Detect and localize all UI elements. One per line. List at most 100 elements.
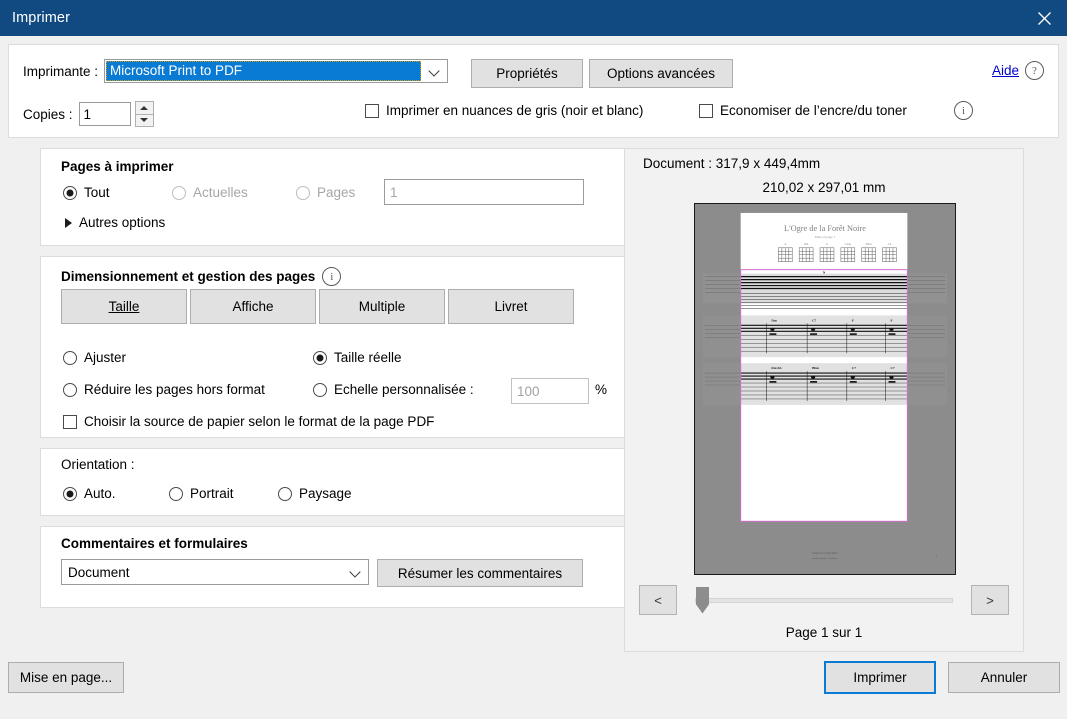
chevron-right-icon	[65, 217, 72, 228]
svg-text:Bbm: Bbm	[812, 366, 819, 370]
radio-custom-scale[interactable]: Echelle personnalisée :	[313, 382, 474, 397]
page-setup-label: Mise en page...	[19, 670, 113, 685]
grayscale-checkbox[interactable]: Imprimer en nuances de gris (noir et bla…	[365, 103, 643, 118]
page-sizing-panel: Dimensionnement et gestion des pages i T…	[40, 256, 628, 438]
print-label: Imprimer	[853, 670, 907, 685]
svg-text:partition guitare / tablature: partition guitare / tablature	[812, 557, 837, 560]
radio-orientation-auto[interactable]: Auto.	[63, 486, 116, 501]
custom-scale-input[interactable]	[511, 378, 589, 404]
radio-auto-label: Auto.	[84, 486, 116, 501]
cancel-button[interactable]: Annuler	[948, 662, 1060, 693]
radio-fit[interactable]: Ajuster	[63, 350, 126, 365]
radio-dot-auto	[63, 486, 77, 501]
checkbox-box-toner	[699, 103, 713, 118]
copies-row: Copies :	[23, 101, 154, 127]
help-question-icon[interactable]: ?	[1025, 61, 1044, 80]
radio-actual-size[interactable]: Taille réelle	[313, 350, 402, 365]
size-mode-taille-label: Taille	[108, 299, 140, 314]
preview-panel: Document : 317,9 x 449,4mm 210,02 x 297,…	[624, 148, 1024, 652]
next-page-label: >	[986, 592, 994, 608]
pages-range-input[interactable]	[384, 179, 584, 205]
svg-text:1: 1	[935, 555, 937, 558]
previous-page-button[interactable]: <	[639, 585, 677, 615]
close-button[interactable]	[1021, 0, 1067, 36]
svg-text:Fm/Ab: Fm/Ab	[771, 366, 781, 370]
chevron-down-icon	[421, 60, 447, 82]
size-mode-multiple-button[interactable]: Multiple	[319, 289, 445, 324]
radio-custom-pages[interactable]: Pages	[296, 185, 355, 200]
close-icon	[1037, 11, 1051, 25]
printer-panel: Imprimante : Microsoft Print to PDF Prop…	[8, 44, 1059, 138]
triangle-up-icon	[140, 105, 149, 110]
chevron-down-icon-comments	[342, 561, 368, 583]
copies-input[interactable]	[78, 102, 131, 126]
printer-select[interactable]: Microsoft Print to PDF	[104, 59, 449, 83]
orientation-panel: Orientation : Auto. Portrait Paysage	[40, 448, 628, 516]
advanced-options-button[interactable]: Options avancées	[589, 59, 733, 88]
next-page-button[interactable]: >	[971, 585, 1009, 615]
svg-text:Mise en page 1: Mise en page 1	[815, 235, 836, 239]
save-toner-label: Economiser de l’encre/du toner	[720, 103, 907, 118]
size-mode-affiche-button[interactable]: Affiche	[190, 289, 316, 324]
grayscale-label: Imprimer en nuances de gris (noir et bla…	[386, 103, 644, 118]
title-bar: Imprimer	[0, 0, 1067, 36]
print-button[interactable]: Imprimer	[824, 661, 936, 694]
radio-dot-current	[172, 185, 186, 200]
radio-shrink-oversized[interactable]: Réduire les pages hors format	[63, 382, 265, 397]
sizing-info-icon[interactable]: i	[322, 267, 342, 286]
window-title: Imprimer	[12, 10, 70, 26]
page-preview-thumbnail: L'Ogre de la Forêt Noire Mise en page 1 …	[694, 203, 956, 575]
summarize-comments-label: Résumer les commentaires	[397, 565, 563, 581]
radio-portrait-label: Portrait	[190, 486, 234, 501]
printer-properties-label: Propriétés	[496, 66, 558, 81]
comments-selected-value: Document	[68, 564, 130, 580]
page-sizing-title-row: Dimensionnement et gestion des pages i	[61, 267, 342, 286]
radio-custom-scale-label: Echelle personnalisée :	[334, 382, 474, 397]
radio-all-pages[interactable]: Tout	[63, 185, 110, 200]
svg-text:C7: C7	[890, 366, 894, 370]
printer-properties-button[interactable]: Propriétés	[471, 59, 583, 88]
radio-current-label: Actuelles	[193, 185, 248, 200]
previous-page-label: <	[654, 592, 662, 608]
page-size-label: 210,02 x 297,01 mm	[762, 180, 886, 195]
svg-text:Dm: Dm	[771, 318, 776, 322]
more-options-expander[interactable]: Autres options	[65, 215, 165, 230]
document-size-label: Document : 317,9 x 449,4mm	[643, 156, 821, 171]
printer-label: Imprimante :	[23, 63, 99, 79]
page-slider-thumb[interactable]	[696, 586, 709, 614]
copies-decrement-button[interactable]	[134, 114, 154, 127]
summarize-comments-button[interactable]: Résumer les commentaires	[377, 559, 583, 587]
size-mode-livret-button[interactable]: Livret	[448, 289, 574, 324]
svg-text:F: F	[852, 318, 854, 322]
svg-text:C#: C#	[888, 242, 892, 246]
comments-select[interactable]: Document	[61, 559, 369, 585]
radio-dot-actual-size	[313, 350, 327, 365]
toner-info-icon[interactable]: i	[954, 101, 973, 120]
size-mode-multiple-label: Multiple	[358, 299, 406, 314]
size-mode-taille-button[interactable]: Taille	[61, 289, 187, 324]
percent-symbol: %	[595, 382, 608, 397]
radio-orientation-portrait[interactable]: Portrait	[169, 486, 234, 501]
help-link[interactable]: Aide	[992, 63, 1019, 78]
sheet-music-render: L'Ogre de la Forêt Noire Mise en page 1 …	[702, 212, 948, 560]
printer-selected-value: Microsoft Print to PDF	[106, 61, 422, 81]
svg-text:L'Ogre de la Forêt Noire: L'Ogre de la Forêt Noire	[812, 552, 838, 555]
size-mode-livret-label: Livret	[494, 299, 528, 314]
radio-current-pages[interactable]: Actuelles	[172, 185, 248, 200]
save-toner-checkbox[interactable]: Economiser de l’encre/du toner	[699, 103, 907, 118]
copies-increment-button[interactable]	[134, 101, 154, 115]
comments-title: Commentaires et formulaires	[61, 536, 248, 551]
paper-source-checkbox[interactable]: Choisir la source de papier selon le for…	[63, 414, 434, 429]
triangle-down-icon	[140, 118, 149, 123]
page-setup-button[interactable]: Mise en page...	[8, 662, 124, 693]
radio-all-label: Tout	[84, 185, 110, 200]
radio-orientation-landscape[interactable]: Paysage	[278, 486, 352, 501]
paper-source-label: Choisir la source de papier selon le for…	[84, 414, 435, 429]
radio-dot-all	[63, 185, 77, 200]
radio-dot-fit	[63, 350, 77, 365]
orientation-title: Orientation :	[61, 457, 135, 472]
page-slider[interactable]	[695, 586, 953, 614]
checkbox-box-paper-source	[63, 414, 77, 429]
svg-text:C7: C7	[852, 366, 856, 370]
copies-stepper[interactable]	[134, 101, 154, 127]
